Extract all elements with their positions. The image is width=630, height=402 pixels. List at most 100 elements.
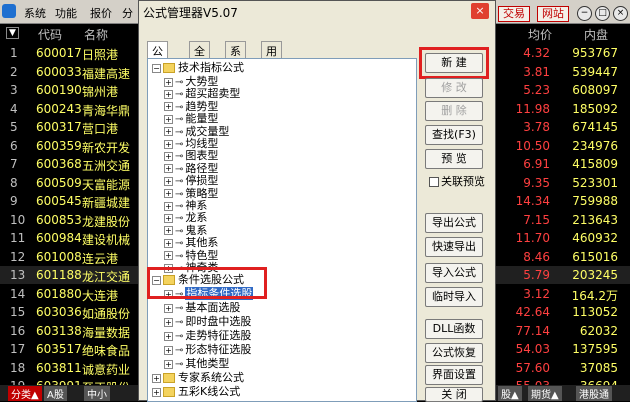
ui-settings-button[interactable]: 界面设置 xyxy=(425,365,483,385)
row-index: 18 xyxy=(10,360,26,375)
tree-node-tech-indicators[interactable]: − 技术指标公式 xyxy=(152,61,244,75)
expand-icon[interactable]: + xyxy=(164,331,173,341)
tree-node-expert-system[interactable]: + 专家系统公式 xyxy=(152,371,244,385)
expand-icon[interactable]: + xyxy=(164,238,173,248)
inner-volume: 203245 xyxy=(572,268,618,282)
expand-icon[interactable]: + xyxy=(164,127,173,137)
import-formula-button[interactable]: 导入公式 xyxy=(425,263,483,283)
expand-icon[interactable]: + xyxy=(164,139,173,149)
tree-node-cond-child[interactable]: + ⊸ 基本面选股 xyxy=(164,301,240,315)
avg-price: 77.14 xyxy=(515,323,550,338)
link-preview-checkbox[interactable]: 关联预览 xyxy=(429,173,485,189)
row-index: 8 xyxy=(10,175,18,190)
stock-name: 天富能源 xyxy=(82,177,131,192)
expand-icon[interactable]: + xyxy=(164,189,173,199)
row-index: 15 xyxy=(10,305,26,319)
collapse-icon[interactable]: − xyxy=(152,63,161,73)
inner-volume: 234976 xyxy=(572,138,618,153)
expand-icon[interactable]: + xyxy=(164,151,173,161)
dropdown-icon[interactable]: ▼ xyxy=(6,27,19,39)
avg-price: 6.91 xyxy=(523,157,550,171)
formula-manager-dialog: 公式管理器V5.07 × 公式组 全部 系统 用户 −技术指标公式 +⊸大势型+… xyxy=(138,0,496,402)
find-button[interactable]: 查找(F3) xyxy=(425,125,483,145)
website-button[interactable]: 网站 xyxy=(537,6,569,22)
tab-futures[interactable]: 期货▲ xyxy=(528,386,562,401)
tree-node-cond-child[interactable]: + ⊸ 其他类型 xyxy=(164,357,229,371)
expand-icon[interactable]: + xyxy=(164,345,173,355)
expand-icon[interactable]: + xyxy=(164,102,173,112)
stock-name: 青海华鼎 xyxy=(82,103,131,118)
dll-function-button[interactable]: DLL函数 xyxy=(425,319,483,339)
tab-system[interactable]: 系统 xyxy=(225,41,246,74)
checkbox-icon[interactable] xyxy=(429,177,439,187)
avg-price: 7.15 xyxy=(523,212,550,227)
minimize-icon[interactable]: − xyxy=(577,6,592,21)
tab-user[interactable]: 用户 xyxy=(261,41,282,74)
expand-icon[interactable]: + xyxy=(164,226,173,236)
expand-icon[interactable]: + xyxy=(152,373,161,383)
expand-icon[interactable]: + xyxy=(164,303,173,313)
menu-quote[interactable]: 报价 xyxy=(90,5,112,21)
header-avg-price[interactable]: 均价 xyxy=(528,26,552,43)
export-formula-button[interactable]: 导出公式 xyxy=(425,213,483,233)
restore-formula-button[interactable]: 公式恢复 xyxy=(425,343,483,363)
expand-icon[interactable]: + xyxy=(164,114,173,124)
tree-node-cond-child[interactable]: + ⊸ 走势特征选股 xyxy=(164,329,251,343)
tab-a-share[interactable]: A股 xyxy=(44,386,67,401)
header-name[interactable]: 名称 xyxy=(84,26,108,43)
expand-icon[interactable]: + xyxy=(164,317,173,327)
avg-price: 4.32 xyxy=(523,46,550,60)
trade-button[interactable]: 交易 xyxy=(498,6,530,22)
close-button[interactable]: 关 闭 xyxy=(425,387,483,402)
stock-code: 600368 xyxy=(36,157,82,171)
dialog-close-icon[interactable]: × xyxy=(471,3,489,19)
tree-node-color-kline[interactable]: + 五彩K线公式 xyxy=(152,385,240,399)
tree-node-cond-child[interactable]: + ⊸ 即时盘中选股 xyxy=(164,315,251,329)
tab-formula-group[interactable]: 公式组 xyxy=(147,41,168,90)
inner-volume: 415809 xyxy=(572,157,618,171)
header-code[interactable]: 代码 xyxy=(38,26,62,43)
tab-category[interactable]: 分类▲ xyxy=(8,386,42,401)
formula-icon: ⊸ xyxy=(175,303,184,314)
temp-import-button[interactable]: 临时导入 xyxy=(425,287,483,307)
tree-node-cond-child[interactable]: + ⊸ 形态特征选股 xyxy=(164,343,251,357)
stock-code: 601880 xyxy=(36,286,82,301)
row-index: 4 xyxy=(10,101,18,116)
expand-icon[interactable]: + xyxy=(164,359,173,369)
menu-system[interactable]: 系统 xyxy=(24,5,46,21)
dialog-titlebar[interactable]: 公式管理器V5.07 × xyxy=(139,1,495,23)
stock-code: 600017 xyxy=(36,46,82,60)
close-icon[interactable]: × xyxy=(613,6,628,21)
row-index: 2 xyxy=(10,64,18,79)
delete-button[interactable]: 删 除 xyxy=(425,101,483,121)
stock-name: 龙建股份 xyxy=(82,214,131,229)
expand-icon[interactable]: + xyxy=(164,201,173,211)
modify-button[interactable]: 修 改 xyxy=(425,78,483,98)
row-index: 12 xyxy=(10,249,26,264)
tab-all[interactable]: 全部 xyxy=(189,41,210,74)
menu-analysis[interactable]: 分 xyxy=(122,5,133,21)
inner-volume: 164.2万 xyxy=(571,288,618,303)
inner-volume: 759988 xyxy=(572,194,618,208)
expand-icon[interactable]: + xyxy=(164,77,173,87)
stock-code: 600317 xyxy=(36,120,82,134)
stock-code: 600359 xyxy=(36,138,82,153)
expand-icon[interactable]: + xyxy=(152,387,161,397)
expand-icon[interactable]: + xyxy=(164,89,173,99)
expand-icon[interactable]: + xyxy=(164,164,173,174)
maximize-icon[interactable]: □ xyxy=(595,6,610,21)
menu-function[interactable]: 功能 xyxy=(55,5,77,21)
avg-price: 8.46 xyxy=(523,249,550,264)
preview-button[interactable]: 预 览 xyxy=(425,149,483,169)
stock-code: 601008 xyxy=(36,249,82,264)
header-inner-vol[interactable]: 内盘 xyxy=(584,26,608,43)
tab-sme[interactable]: 中小 xyxy=(84,386,110,401)
expand-icon[interactable]: + xyxy=(164,251,173,261)
row-index: 7 xyxy=(10,157,18,171)
stock-name: 海量数据 xyxy=(82,325,131,340)
tab-stocks[interactable]: 股▲ xyxy=(498,386,522,401)
expand-icon[interactable]: + xyxy=(164,176,173,186)
expand-icon[interactable]: + xyxy=(164,213,173,223)
quick-export-button[interactable]: 快速导出 xyxy=(425,237,483,257)
tab-hk-connect[interactable]: 港股通 xyxy=(576,386,612,401)
